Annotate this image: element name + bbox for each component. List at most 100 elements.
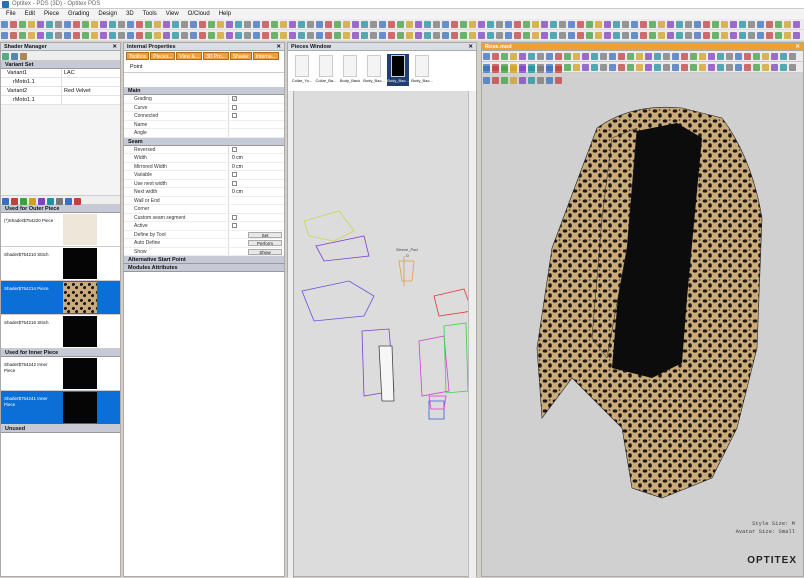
tool-icon[interactable]	[118, 21, 125, 28]
tool-icon[interactable]	[667, 32, 674, 39]
tool-icon[interactable]	[280, 21, 287, 28]
shader-item[interactable]: Shader$754241 Inner Piece	[1, 391, 120, 425]
tool-icon[interactable]	[109, 32, 116, 39]
tool-icon[interactable]	[199, 32, 206, 39]
tool-icon[interactable]	[460, 21, 467, 28]
tool-icon[interactable]	[559, 21, 566, 28]
tool-icon[interactable]	[649, 21, 656, 28]
tool-icon[interactable]	[550, 32, 557, 39]
tool-icon[interactable]	[627, 64, 634, 71]
tool-icon[interactable]	[667, 21, 674, 28]
tool-icon[interactable]	[789, 64, 796, 71]
tool-icon[interactable]	[789, 53, 796, 60]
tool-icon[interactable]	[532, 32, 539, 39]
tool-icon[interactable]	[483, 53, 490, 60]
tool-icon[interactable]	[784, 21, 791, 28]
shader-swatch[interactable]	[63, 358, 97, 389]
tool-icon[interactable]	[64, 32, 71, 39]
tool-icon[interactable]	[744, 53, 751, 60]
property-value[interactable]	[228, 103, 284, 111]
tool-icon[interactable]	[1, 21, 8, 28]
tool-icon[interactable]	[172, 32, 179, 39]
tool-icon[interactable]	[483, 64, 490, 71]
tool-icon[interactable]	[658, 21, 665, 28]
tool-icon[interactable]	[64, 21, 71, 28]
tool-icon[interactable]	[181, 32, 188, 39]
tool-icon[interactable]	[334, 21, 341, 28]
checkbox[interactable]	[232, 146, 237, 152]
tool-icon[interactable]	[721, 21, 728, 28]
tool-icon[interactable]	[505, 21, 512, 28]
tool-icon[interactable]	[487, 21, 494, 28]
tool-icon[interactable]	[172, 21, 179, 28]
tool-icon[interactable]	[618, 64, 625, 71]
property-button[interactable]: Set	[248, 231, 282, 238]
tool-icon[interactable]	[717, 53, 724, 60]
tool-icon[interactable]	[244, 21, 251, 28]
tool-icon[interactable]	[622, 32, 629, 39]
tool-icon[interactable]	[379, 21, 386, 28]
tool-icon[interactable]	[640, 21, 647, 28]
tool-icon[interactable]	[672, 53, 679, 60]
tool-icon[interactable]	[154, 32, 161, 39]
tool-icon[interactable]	[636, 53, 643, 60]
tool-icon[interactable]	[676, 21, 683, 28]
tool-icon[interactable]	[631, 21, 638, 28]
tool-icon[interactable]	[757, 21, 764, 28]
tool-icon[interactable]	[699, 64, 706, 71]
tool-icon[interactable]	[510, 53, 517, 60]
tool-icon[interactable]	[780, 53, 787, 60]
close-icon[interactable]: ✕	[112, 43, 117, 51]
tool-icon[interactable]	[127, 21, 134, 28]
tool-icon[interactable]	[316, 32, 323, 39]
shader-tool-icon[interactable]	[2, 198, 9, 205]
shader-swatch[interactable]	[63, 248, 97, 279]
tool-icon[interactable]	[690, 64, 697, 71]
checkbox[interactable]	[232, 223, 237, 228]
tool-icon[interactable]	[609, 64, 616, 71]
property-button[interactable]: Perform	[248, 240, 282, 246]
tool-icon[interactable]	[591, 64, 598, 71]
property-button[interactable]: Show	[248, 248, 282, 255]
tool-icon[interactable]	[469, 21, 476, 28]
tool-icon[interactable]	[528, 77, 535, 84]
tool-icon[interactable]	[343, 21, 350, 28]
tab-0[interactable]: Toolbox	[126, 52, 150, 60]
property-value[interactable]: 0 cm	[228, 188, 284, 196]
tool-icon[interactable]	[280, 32, 287, 39]
tool-icon[interactable]	[555, 64, 562, 71]
tool-icon[interactable]	[55, 32, 62, 39]
tool-icon[interactable]	[298, 32, 305, 39]
shader-item[interactable]: (*)Shader$754220 Piece	[1, 213, 120, 247]
tool-icon[interactable]	[514, 21, 521, 28]
menu-ocloud[interactable]: O/Cloud	[188, 11, 210, 17]
tool-icon[interactable]	[100, 21, 107, 28]
piece-thumbnail[interactable]: Body_Bac...	[411, 54, 433, 86]
tool-icon[interactable]	[397, 21, 404, 28]
tool-icon[interactable]	[352, 32, 359, 39]
tool-icon[interactable]	[136, 21, 143, 28]
tool-icon[interactable]	[771, 64, 778, 71]
tool-icon[interactable]	[762, 53, 769, 60]
tool-icon[interactable]	[253, 21, 260, 28]
tool-icon[interactable]	[501, 53, 508, 60]
menu-3d[interactable]: 3D	[126, 11, 134, 17]
pattern-canvas[interactable]: Sleeve_Pad D	[294, 91, 476, 571]
tool-icon[interactable]	[663, 53, 670, 60]
tool-icon[interactable]	[600, 53, 607, 60]
menu-file[interactable]: File	[6, 11, 16, 17]
tool-icon[interactable]	[19, 21, 26, 28]
tool-icon[interactable]	[478, 21, 485, 28]
property-value[interactable]: 0 cm	[228, 162, 284, 170]
tool-icon[interactable]	[1, 32, 8, 39]
tool-icon[interactable]	[766, 32, 773, 39]
tool-icon[interactable]	[726, 64, 733, 71]
tool-icon[interactable]	[739, 21, 746, 28]
tool-icon[interactable]	[708, 64, 715, 71]
piece-thumbnail[interactable]: Body_Bac...	[363, 54, 385, 86]
tab-1[interactable]: Pieces...	[150, 52, 176, 60]
tool-icon[interactable]	[298, 21, 305, 28]
tool-icon[interactable]	[591, 53, 598, 60]
property-value[interactable]: Set	[228, 230, 284, 238]
tool-icon[interactable]	[726, 53, 733, 60]
